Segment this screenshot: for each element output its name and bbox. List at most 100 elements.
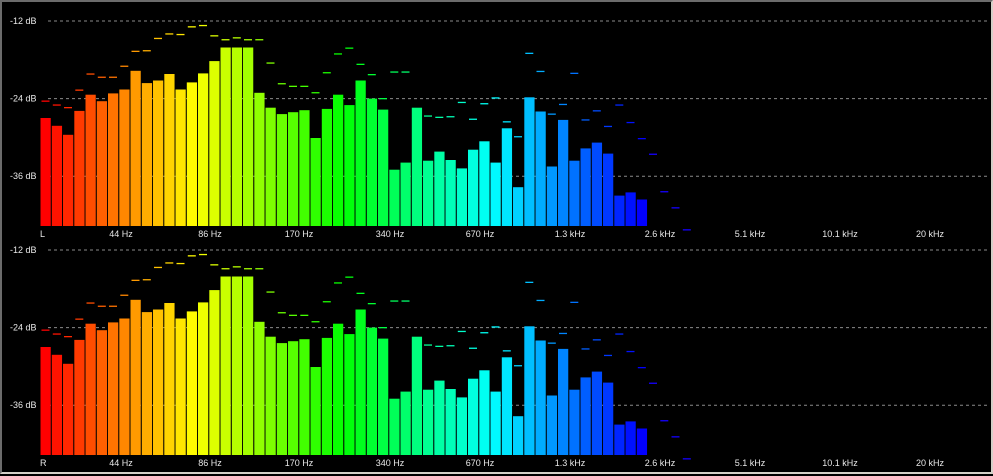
spectrum-bar	[321, 108, 333, 226]
spectrum-bar	[580, 377, 591, 455]
spectrum-bar	[85, 94, 96, 226]
freq-label: 170 Hz	[285, 229, 314, 239]
spectrum-bar	[288, 112, 299, 226]
spectrum-bar	[501, 357, 513, 455]
spectrum-bar	[535, 340, 546, 455]
freq-label: 5.1 kHz	[735, 229, 766, 239]
spectrum-bar	[231, 47, 243, 226]
freq-label: 10.1 kHz	[822, 229, 858, 239]
spectrum-bar	[569, 160, 580, 226]
db-label: -12 dB	[10, 245, 37, 255]
freq-label: 20 kHz	[916, 458, 945, 468]
peak-marker	[199, 253, 207, 256]
spectrum-bar	[164, 74, 175, 226]
peak-marker	[52, 333, 61, 335]
peak-marker	[390, 71, 399, 73]
peak-marker	[649, 382, 657, 384]
spectrum-bar	[501, 128, 513, 226]
peak-marker	[637, 367, 646, 369]
peak-marker	[232, 37, 241, 39]
peak-marker	[559, 103, 567, 106]
peak-marker	[649, 153, 657, 155]
spectrum-bar	[524, 326, 535, 455]
spectrum-bar	[51, 354, 63, 455]
peak-marker	[322, 301, 331, 303]
peak-marker	[446, 116, 455, 118]
peak-marker	[559, 332, 567, 335]
spectrum-bar	[445, 389, 456, 455]
spectrum-bar	[254, 321, 265, 455]
spectrum-bar	[198, 302, 209, 455]
spectrum-bar	[299, 110, 310, 226]
peak-marker	[255, 39, 264, 41]
freq-label: 340 Hz	[376, 458, 405, 468]
spectrum-bar	[175, 318, 186, 455]
spectrum-bar	[366, 98, 378, 226]
spectrum-bar	[186, 311, 198, 455]
freq-label: 170 Hz	[285, 458, 314, 468]
freq-label: 44 Hz	[109, 458, 133, 468]
peak-marker	[592, 110, 601, 112]
peak-marker	[424, 344, 432, 346]
db-label: -24 dB	[10, 323, 37, 333]
freq-label: 20 kHz	[916, 229, 945, 239]
peak-marker	[176, 262, 185, 265]
peak-marker	[581, 119, 590, 121]
peak-marker	[277, 312, 286, 314]
spectrum-bar	[479, 141, 490, 226]
spectrum-bar	[389, 169, 400, 226]
spectrum-bar	[164, 303, 175, 455]
spectrum-bar	[614, 424, 625, 455]
peak-marker	[120, 65, 129, 67]
spectrum-bar	[558, 119, 569, 226]
peak-marker	[491, 97, 500, 99]
spectrum-bar	[108, 322, 119, 455]
peak-marker	[255, 268, 264, 270]
peak-marker	[187, 26, 196, 28]
peak-marker	[379, 327, 387, 329]
spectrum-bar	[513, 187, 524, 226]
peak-marker	[626, 350, 635, 353]
spectrum-bar	[63, 134, 74, 226]
peak-marker	[514, 365, 522, 367]
peak-marker	[356, 292, 365, 294]
spectrum-bar	[74, 339, 85, 455]
peak-marker	[671, 436, 680, 438]
peak-marker	[244, 268, 252, 270]
peak-marker	[131, 279, 140, 281]
peak-marker	[289, 314, 297, 316]
spectrum-bar	[366, 327, 378, 455]
peak-marker	[142, 50, 151, 52]
spectrum-bar	[535, 111, 546, 226]
peak-marker	[300, 85, 309, 87]
left-channel-panel: -12 dB -24 dB -36 dB L 44 Hz 86 Hz 170 Hz 340 H…	[10, 16, 990, 239]
db-label: -36 dB	[10, 400, 37, 410]
spectrum-bar	[220, 47, 231, 226]
db-label: -12 dB	[10, 16, 37, 26]
peak-marker	[637, 138, 646, 140]
spectrum-bar	[479, 370, 490, 455]
peak-marker	[412, 112, 421, 115]
peak-marker	[266, 62, 275, 64]
spectrum-bar	[558, 348, 569, 455]
peak-marker	[266, 291, 275, 293]
peak-marker	[97, 305, 106, 307]
right-channel-panel: -12 dB -24 dB -36 dB R 44 Hz 86 Hz 170 Hz 340 H…	[10, 245, 990, 468]
peak-marker	[345, 276, 354, 278]
peak-marker	[682, 229, 691, 231]
spectrum-bar	[468, 378, 479, 455]
spectrum-bar	[389, 398, 400, 455]
peak-marker	[615, 104, 624, 106]
peak-marker	[131, 50, 140, 52]
freq-label: 5.1 kHz	[735, 458, 766, 468]
peak-marker	[469, 118, 477, 120]
peak-marker	[682, 458, 691, 460]
peak-marker	[480, 103, 489, 105]
peak-marker	[626, 121, 635, 124]
peak-marker	[322, 72, 331, 74]
freq-label: 340 Hz	[376, 229, 405, 239]
peak-marker	[334, 282, 342, 284]
spectrum-bar	[175, 89, 186, 226]
spectrum-bar	[333, 323, 344, 455]
spectrum-bar	[355, 309, 366, 455]
